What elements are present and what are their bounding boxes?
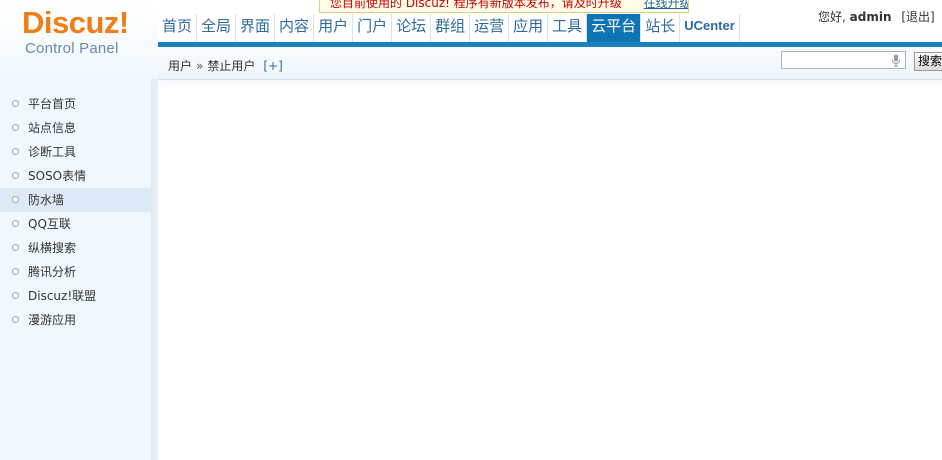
sidebar-item-firewall[interactable]: 防水墙 [0, 188, 151, 212]
nav-operation[interactable]: 运营 [470, 14, 510, 42]
main-content [158, 80, 942, 460]
sidebar-item-tencent-analytics[interactable]: 腾讯分析 [0, 260, 151, 284]
sidebar-item-manyou-apps[interactable]: 漫游应用 [0, 308, 151, 332]
bullet-icon [12, 292, 19, 299]
logo-subtitle: Control Panel [25, 40, 119, 57]
sidebar: 平台首页 站点信息 诊断工具 SOSO表情 防水墙 QQ互联 纵横搜索 腾讯分析… [0, 79, 151, 460]
logout-link[interactable]: [退出] [901, 10, 934, 24]
sidebar-item-label: 平台首页 [28, 97, 77, 111]
sidebar-item-site-info[interactable]: 站点信息 [0, 116, 151, 140]
nav-home[interactable]: 首页 [158, 14, 198, 42]
content-top-shade [158, 80, 942, 90]
sidebar-item-label: 腾讯分析 [28, 265, 77, 279]
add-to-shortcut-button[interactable]: [+] [263, 59, 282, 73]
logo-brand: Discuz! [22, 5, 129, 40]
search-button[interactable]: 搜索 [914, 52, 942, 71]
nav-webmaster[interactable]: 站长 [641, 14, 681, 42]
user-bar: 您好, admin [退出] [818, 8, 935, 25]
top-nav: 首页 全局 界面 内容 用户 门户 论坛 群组 运营 应用 工具 云平台 站长 … [158, 14, 740, 42]
nav-user[interactable]: 用户 [314, 14, 354, 42]
update-notice-message: 您目前使用的 Discuz! 程序有新版本发布，请及时升级 [330, 0, 622, 10]
bullet-icon [12, 148, 19, 155]
bullet-icon [12, 220, 19, 227]
update-notice: 您目前使用的 Discuz! 程序有新版本发布，请及时升级 在线升级 [319, 0, 689, 13]
microphone-icon[interactable] [891, 54, 901, 67]
nav-global[interactable]: 全局 [197, 14, 237, 42]
sidebar-item-label: 站点信息 [28, 121, 77, 135]
sidebar-item-qq-connect[interactable]: QQ互联 [0, 212, 151, 236]
breadcrumb-separator: » [196, 59, 204, 73]
sidebar-item-label: 纵横搜索 [28, 241, 77, 255]
logo[interactable]: Discuz! Control Panel [0, 0, 158, 79]
bullet-icon [12, 124, 19, 131]
sidebar-item-label: QQ互联 [28, 217, 71, 231]
search-input[interactable] [781, 51, 906, 69]
sidebar-item-label: SOSO表情 [28, 169, 87, 183]
nav-portal[interactable]: 门户 [353, 14, 393, 42]
sidebar-item-label: 防水墙 [28, 193, 65, 207]
breadcrumb-parent[interactable]: 用户 [168, 59, 192, 73]
nav-cloud[interactable]: 云平台 [587, 14, 642, 42]
breadcrumb: 用户 » 禁止用户 [+] [168, 57, 283, 74]
sidebar-item-label: 诊断工具 [28, 145, 77, 159]
header: Discuz! Control Panel 您目前使用的 Discuz! 程序有… [0, 0, 942, 79]
nav-style[interactable]: 界面 [236, 14, 276, 42]
bullet-icon [12, 172, 19, 179]
nav-apps[interactable]: 应用 [509, 14, 549, 42]
sidebar-item-soso-emoticons[interactable]: SOSO表情 [0, 164, 151, 188]
nav-group[interactable]: 群组 [431, 14, 471, 42]
bullet-icon [12, 100, 19, 107]
bullet-icon [12, 196, 19, 203]
nav-ucenter[interactable]: UCenter [680, 14, 740, 42]
nav-content[interactable]: 内容 [275, 14, 315, 42]
nav-forum[interactable]: 论坛 [392, 14, 432, 42]
sidebar-menu: 平台首页 站点信息 诊断工具 SOSO表情 防水墙 QQ互联 纵横搜索 腾讯分析… [0, 79, 151, 332]
sidebar-item-discuz-union[interactable]: Discuz!联盟 [0, 284, 151, 308]
sidebar-item-label: Discuz!联盟 [28, 289, 97, 303]
breadcrumb-current: 禁止用户 [207, 59, 256, 73]
bullet-icon [12, 268, 19, 275]
username[interactable]: admin [850, 10, 892, 24]
bullet-icon [12, 316, 19, 323]
sidebar-item-label: 漫游应用 [28, 313, 77, 327]
greeting-text: 您好, [818, 10, 846, 24]
nav-tools[interactable]: 工具 [548, 14, 588, 42]
bullet-icon [12, 244, 19, 251]
online-upgrade-link[interactable]: 在线升级 [644, 0, 688, 10]
sidebar-divider [151, 79, 158, 460]
sidebar-item-platform-home[interactable]: 平台首页 [0, 92, 151, 116]
sidebar-item-diagnostics[interactable]: 诊断工具 [0, 140, 151, 164]
sidebar-item-search[interactable]: 纵横搜索 [0, 236, 151, 260]
